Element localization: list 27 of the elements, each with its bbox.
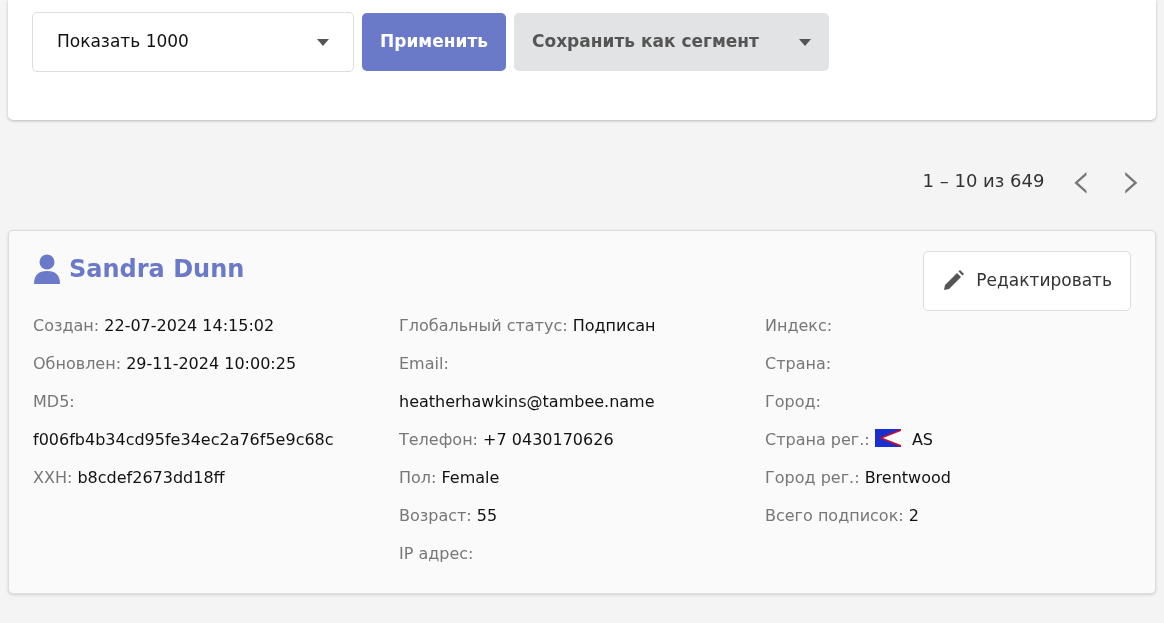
contact-field: Страна рег.: AS [765, 421, 1131, 459]
edit-button[interactable]: Редактировать [923, 251, 1131, 311]
apply-button[interactable]: Применить [362, 13, 506, 71]
person-icon [33, 254, 61, 284]
contact-field: Глобальный статус: Подписан [399, 307, 765, 345]
contact-field: Город рег.: Brentwood [765, 459, 1131, 497]
contact-field: Телефон: +7 0430170626 [399, 421, 765, 459]
contact-name-link[interactable]: Sandra Dunn [69, 251, 245, 287]
contact-field: IP адрес: [399, 535, 765, 573]
pagination-range: 1 – 10 из 649 [922, 168, 1045, 193]
contact-field: Email: heatherhawkins@tambee.name [399, 345, 765, 421]
contact-field: Обновлен: 29-11-2024 10:00:25 [33, 345, 399, 383]
contact-field: XXH: b8cdef2673dd18ff [33, 459, 399, 497]
save-segment-button[interactable]: Сохранить как сегмент [514, 13, 829, 71]
previous-page-button[interactable]: ‹ [1066, 160, 1096, 200]
contact-field: Всего подписок: 2 [765, 497, 1131, 535]
contact-field: Пол: Female [399, 459, 765, 497]
flag-icon [874, 429, 901, 447]
contact-field: Город: [765, 383, 1131, 421]
limit-select[interactable]: Показать 1000 [32, 12, 354, 72]
contact-field: Страна: [765, 345, 1131, 383]
pencil-icon [942, 270, 965, 292]
caret-icon [798, 38, 811, 46]
contact-field: Возраст: 55 [399, 497, 765, 535]
next-page-button[interactable]: › [1117, 160, 1146, 200]
contact-field: Создан: 22-07-2024 14:15:02 [33, 307, 399, 345]
caret-icon [317, 38, 329, 46]
